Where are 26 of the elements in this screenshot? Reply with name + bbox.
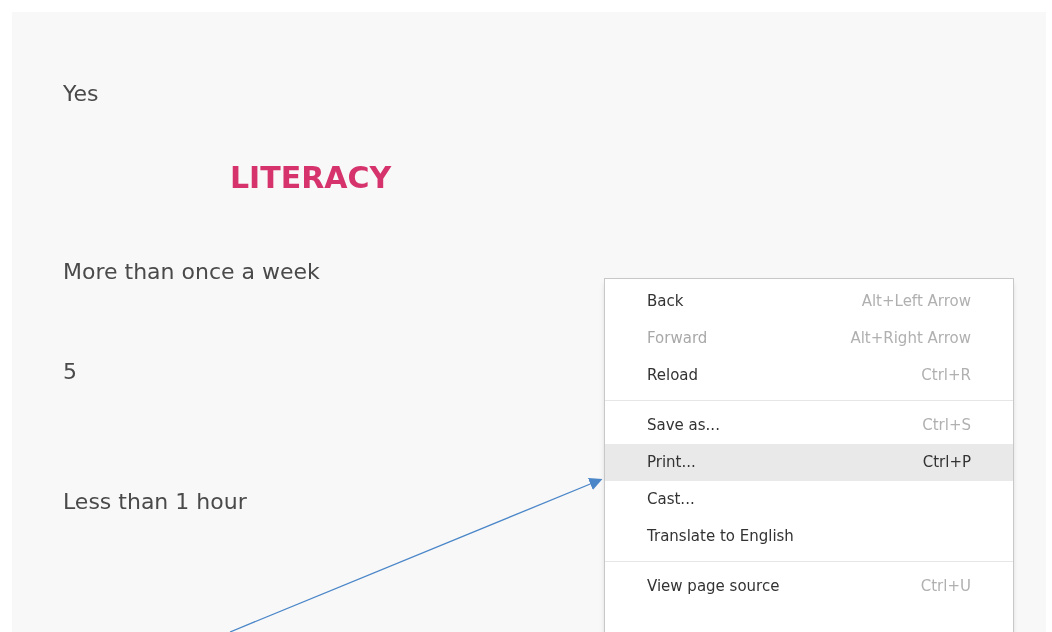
menu-item-label: Cast... <box>647 489 695 511</box>
menu-item[interactable]: View page source Ctrl+U <box>605 568 1013 605</box>
menu-item-label: Back <box>647 291 684 313</box>
menu-item[interactable]: Save as... Ctrl+S <box>605 407 1013 444</box>
menu-item-label: Print... <box>647 452 696 474</box>
answer-text: Yes <box>63 80 99 108</box>
menu-item-label: View page source <box>647 576 780 598</box>
menu-item[interactable]: Reload Ctrl+R <box>605 357 1013 394</box>
menu-item-label: Translate to English <box>647 526 794 548</box>
answer-text: Less than 1 hour <box>63 488 247 516</box>
shortcut-text: Ctrl+R <box>921 365 971 387</box>
answer-text: More than once a week <box>63 258 320 286</box>
section-heading: LITERACY <box>230 160 392 196</box>
shortcut-text: Alt+Right Arrow <box>850 328 971 350</box>
menu-item-label: Forward <box>647 328 708 350</box>
menu-item[interactable]: Translate to English <box>605 518 1013 555</box>
menu-item-label: Reload <box>647 365 699 387</box>
menu-item[interactable]: Cast... <box>605 481 1013 518</box>
shortcut-text: Alt+Left Arrow <box>861 291 971 313</box>
menu-item[interactable]: Back Alt+Left Arrow <box>605 283 1013 320</box>
menu-item[interactable]: Print... Ctrl+P <box>605 444 1013 481</box>
answer-text: 5 <box>63 358 77 386</box>
shortcut-text: Ctrl+S <box>922 415 971 437</box>
shortcut-text: Ctrl+P <box>922 452 971 474</box>
menu-item-label: Save as... <box>647 415 720 437</box>
shortcut-text: Ctrl+U <box>920 576 971 598</box>
